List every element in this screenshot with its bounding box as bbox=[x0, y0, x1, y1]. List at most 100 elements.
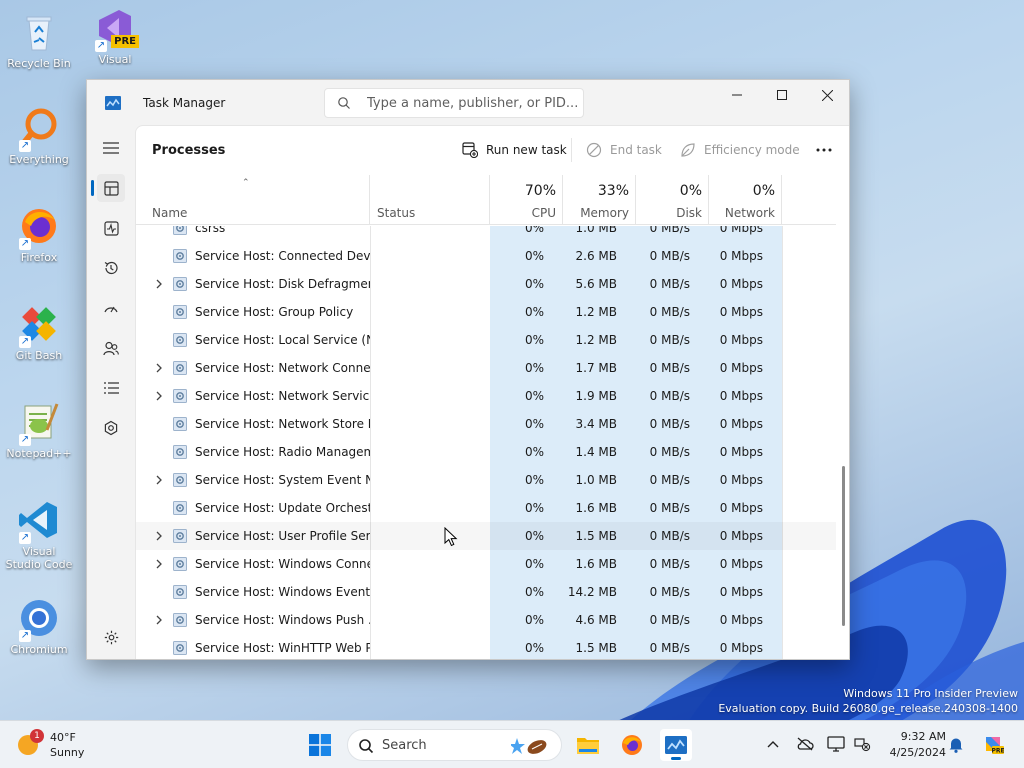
efficiency-mode-button[interactable]: Efficiency mode bbox=[680, 140, 800, 160]
process-cpu: 0% bbox=[524, 557, 544, 571]
nav-performance[interactable] bbox=[97, 214, 125, 242]
nav-menu-button[interactable] bbox=[97, 134, 125, 162]
nav-app-history[interactable] bbox=[97, 254, 125, 282]
service-gear-icon bbox=[173, 417, 187, 431]
process-memory: 1.4 MB bbox=[575, 445, 617, 459]
desktop-icon-notepad-plus-plus[interactable]: ↗ Notepad++ bbox=[4, 400, 74, 460]
column-header-memory[interactable]: 33% Memory bbox=[563, 175, 636, 225]
table-row[interactable]: Service Host: Network Store In... 0% 3.4 M… bbox=[136, 410, 836, 438]
table-row[interactable]: Service Host: WinHTTP Web P... 0% 1.5 MB 0 … bbox=[136, 634, 836, 659]
copilot-button[interactable]: PRE bbox=[982, 733, 1004, 755]
taskbar-firefox[interactable] bbox=[616, 729, 648, 761]
table-row[interactable]: Service Host: Network Service 0% 1.9 MB 0 M… bbox=[136, 382, 836, 410]
process-network: 0 Mbps bbox=[719, 445, 763, 459]
weather-widget[interactable]: 1 40°F Sunny bbox=[18, 729, 138, 761]
desktop-icon-vscode[interactable]: ↗ Visual Studio Code bbox=[4, 498, 74, 571]
nav-processes[interactable] bbox=[97, 174, 125, 202]
table-row[interactable]: csrss 0% 1.0 MB 0 MB/s 0 Mbps bbox=[136, 226, 836, 242]
chevron-right-icon[interactable] bbox=[154, 390, 164, 402]
end-task-button[interactable]: End task bbox=[586, 140, 662, 160]
process-name: Service Host: WinHTTP Web P... bbox=[195, 641, 370, 655]
nav-services[interactable] bbox=[97, 414, 125, 442]
chevron-right-icon[interactable] bbox=[154, 278, 164, 290]
tray-network-volume[interactable] bbox=[853, 735, 871, 753]
process-name: Service Host: Connected Devi... bbox=[195, 249, 370, 263]
process-network: 0 Mbps bbox=[719, 613, 763, 627]
tray-onedrive[interactable] bbox=[796, 735, 814, 753]
sort-up-icon: ⌃ bbox=[242, 178, 250, 188]
table-row[interactable]: Service Host: Update Orchestr... 0% 1.6 MB… bbox=[136, 494, 836, 522]
process-disk: 0 MB/s bbox=[649, 473, 690, 487]
cloud-offline-icon bbox=[797, 737, 814, 751]
tray-display[interactable] bbox=[827, 735, 845, 753]
process-cpu: 0% bbox=[524, 277, 544, 291]
desktop-icon-chromium[interactable]: ↗ Chromium bbox=[4, 596, 74, 656]
chevron-right-icon[interactable] bbox=[154, 614, 164, 626]
process-cpu: 0% bbox=[524, 501, 544, 515]
nav-details[interactable] bbox=[97, 374, 125, 402]
processes-panel: Processes Run new task End task Efficien… bbox=[135, 125, 849, 659]
desktop-icon-firefox[interactable]: ↗ Firefox bbox=[4, 204, 74, 264]
table-row[interactable]: Service Host: Connected Devi... 0% 2.6 MB 0… bbox=[136, 242, 836, 270]
service-gear-icon bbox=[173, 613, 187, 627]
chevron-right-icon[interactable] bbox=[154, 558, 164, 570]
desktop-icon-recycle-bin[interactable]: Recycle Bin bbox=[4, 10, 74, 70]
process-name: Service Host: Windows Event ... bbox=[195, 585, 370, 599]
chevron-right-icon[interactable] bbox=[154, 474, 164, 486]
desktop-icon-git-bash[interactable]: ↗ Git Bash bbox=[4, 302, 74, 362]
maximize-button[interactable] bbox=[759, 80, 805, 110]
column-header-disk[interactable]: 0% Disk bbox=[636, 175, 709, 225]
table-header: ⌃ Name Status 70% CPU 33% Memory 0% Disk… bbox=[136, 175, 836, 225]
chevron-right-icon[interactable] bbox=[154, 530, 164, 542]
table-row[interactable]: Service Host: Windows Event ... 0% 14.2 MB… bbox=[136, 578, 836, 606]
search-box[interactable] bbox=[324, 88, 584, 118]
taskbar-search[interactable]: Search bbox=[347, 729, 562, 761]
column-header-name[interactable]: ⌃ Name bbox=[136, 175, 370, 225]
nav-settings[interactable] bbox=[97, 623, 125, 651]
process-memory: 1.2 MB bbox=[575, 305, 617, 319]
process-memory: 1.0 MB bbox=[575, 473, 617, 487]
leaf-icon bbox=[681, 143, 695, 157]
run-new-task-button[interactable]: Run new task bbox=[462, 140, 567, 160]
table-row[interactable]: Service Host: Windows Conne... 0% 1.6 MB 0 … bbox=[136, 550, 836, 578]
table-row[interactable]: Service Host: User Profile Servi... 0% 1.5… bbox=[136, 522, 836, 550]
table-row[interactable]: Service Host: Network Connec... 0% 1.7 MB 0… bbox=[136, 354, 836, 382]
table-row[interactable]: Service Host: System Event No... 0% 1.0 MB… bbox=[136, 466, 836, 494]
search-input[interactable] bbox=[367, 94, 577, 112]
nav-startup-apps[interactable] bbox=[97, 294, 125, 322]
process-disk: 0 MB/s bbox=[649, 445, 690, 459]
table-row[interactable]: Service Host: Group Policy 0% 1.2 MB 0 MB/s… bbox=[136, 298, 836, 326]
show-hidden-icons-button[interactable] bbox=[764, 735, 782, 753]
column-header-status[interactable]: Status bbox=[370, 175, 490, 225]
process-cpu: 0% bbox=[524, 361, 544, 375]
system-clock[interactable]: 9:32 AM 4/25/2024 bbox=[880, 729, 946, 761]
process-disk: 0 MB/s bbox=[649, 613, 690, 627]
close-button[interactable] bbox=[804, 80, 849, 110]
column-header-cpu[interactable]: 70% CPU bbox=[490, 175, 563, 225]
taskbar-task-manager[interactable] bbox=[660, 729, 692, 761]
desktop-icon-visual-studio[interactable]: PRE ↗ Visual Studio bbox=[80, 6, 150, 66]
more-options-button[interactable] bbox=[816, 140, 832, 160]
notifications-button[interactable] bbox=[947, 735, 965, 753]
process-list: csrss 0% 1.0 MB 0 MB/s 0 Mbps Service Host: C… bbox=[136, 226, 836, 659]
column-header-network[interactable]: 0% Network bbox=[709, 175, 782, 225]
minimize-button[interactable] bbox=[714, 80, 760, 110]
table-row[interactable]: Service Host: Radio Managem... 0% 1.4 MB 0 … bbox=[136, 438, 836, 466]
desktop-icon-everything[interactable]: ↗ Everything bbox=[4, 106, 74, 166]
taskbar-file-explorer[interactable] bbox=[572, 729, 604, 761]
process-cpu: 0% bbox=[524, 473, 544, 487]
process-cpu: 0% bbox=[524, 226, 544, 235]
scrollbar-thumb[interactable] bbox=[842, 466, 845, 626]
chevron-right-icon[interactable] bbox=[154, 362, 164, 374]
table-row[interactable]: Service Host: Windows Push ... 0% 4.6 MB 0 … bbox=[136, 606, 836, 634]
table-row[interactable]: Service Host: Disk Defragmenter 0% 5.6 MB 0… bbox=[136, 270, 836, 298]
start-button[interactable] bbox=[304, 729, 336, 761]
table-row[interactable]: Service Host: Local Service (N... 0% 1.2 M… bbox=[136, 326, 836, 354]
process-disk: 0 MB/s bbox=[649, 417, 690, 431]
more-dots-icon bbox=[816, 148, 832, 152]
nav-users[interactable] bbox=[97, 334, 125, 362]
process-cpu: 0% bbox=[524, 389, 544, 403]
chevron-up-icon bbox=[767, 741, 779, 748]
vertical-scrollbar[interactable] bbox=[842, 226, 845, 659]
title-bar[interactable]: Task Manager bbox=[87, 80, 849, 125]
